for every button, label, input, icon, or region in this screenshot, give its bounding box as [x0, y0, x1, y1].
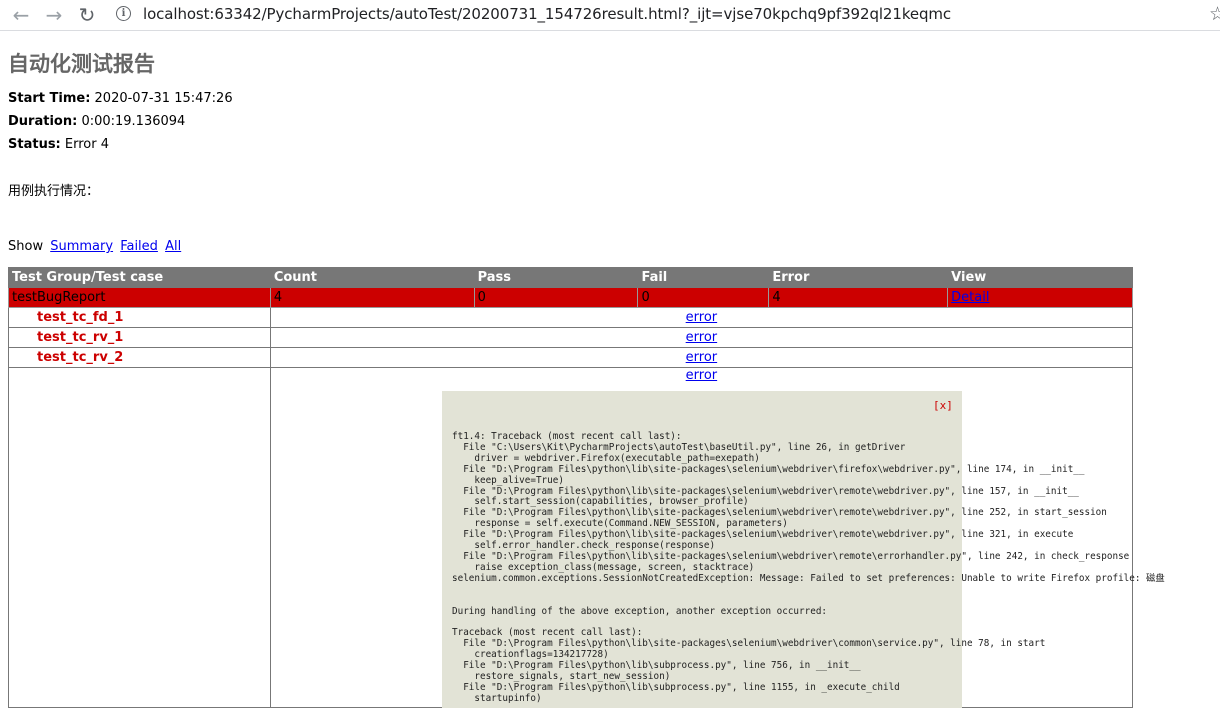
header-pass: Pass — [473, 267, 639, 288]
show-failed-link[interactable]: Failed — [120, 239, 158, 254]
group-error: 4 — [768, 287, 949, 308]
browser-toolbar: ← → ↻ i localhost:63342/PycharmProjects/… — [0, 0, 1220, 31]
table-header-row: Test Group/Test case Count Pass Fail Err… — [8, 267, 1133, 288]
table-row: test_tc_rv_2 error — [8, 347, 1134, 368]
table-row: test_tc_rv_1 error — [8, 327, 1134, 348]
case-result: error — [269, 347, 1134, 368]
case-name: test_tc_rv_1 — [8, 327, 271, 348]
detail-link[interactable]: Detail — [951, 290, 989, 305]
start-time-label: Start Time: — [8, 91, 91, 106]
close-popup-button[interactable]: [x] — [933, 399, 953, 412]
table-row: test_tc_fd_1 error — [8, 307, 1134, 328]
bookmark-star-icon[interactable]: ☆ — [1209, 3, 1220, 25]
traceback-text: ft1.4: Traceback (most recent call last)… — [452, 431, 1165, 704]
status-label: Status: — [8, 137, 61, 152]
group-view: Detail — [947, 287, 1133, 308]
error-link[interactable]: error — [686, 310, 717, 325]
header-error: Error — [768, 267, 949, 288]
duration-value: 0:00:19.136094 — [81, 114, 186, 129]
show-filter: Show Summary Failed All — [8, 239, 181, 254]
error-link[interactable]: error — [686, 368, 717, 383]
show-summary-link[interactable]: Summary — [50, 239, 113, 254]
group-pass: 0 — [473, 287, 639, 308]
case-name — [8, 367, 271, 708]
case-name: test_tc_fd_1 — [8, 307, 271, 328]
header-test-group: Test Group/Test case — [8, 267, 271, 288]
forward-icon[interactable]: → — [41, 2, 67, 28]
error-link[interactable]: error — [686, 330, 717, 345]
header-view: View — [947, 267, 1133, 288]
case-name: test_tc_rv_2 — [8, 347, 271, 368]
back-icon[interactable]: ← — [8, 2, 34, 28]
show-label: Show — [8, 239, 44, 254]
page-title: 自动化测试报告 — [8, 52, 155, 76]
group-count: 4 — [269, 287, 475, 308]
status-value: Error 4 — [64, 137, 109, 152]
group-row: testBugReport 4 0 0 4 Detail — [8, 287, 1133, 308]
site-info-icon[interactable]: i — [116, 6, 131, 21]
error-detail-popup: [x] ft1.4: Traceback (most recent call l… — [442, 391, 1165, 708]
reload-icon[interactable]: ↻ — [74, 2, 100, 28]
duration-label: Duration: — [8, 114, 78, 129]
description: 用例执行情况： — [8, 184, 100, 199]
group-name: testBugReport — [8, 287, 271, 308]
show-all-link[interactable]: All — [165, 239, 181, 254]
case-result: error — [269, 327, 1134, 348]
header-fail: Fail — [637, 267, 770, 288]
duration: Duration: 0:00:19.136094 — [8, 114, 185, 129]
start-time-value: 2020-07-31 15:47:26 — [94, 91, 233, 106]
status: Status: Error 4 — [8, 137, 109, 152]
group-fail: 0 — [637, 287, 770, 308]
start-time: Start Time: 2020-07-31 15:47:26 — [8, 91, 233, 106]
address-bar[interactable]: localhost:63342/PycharmProjects/autoTest… — [143, 5, 951, 23]
error-link[interactable]: error — [686, 350, 717, 365]
case-result: error — [269, 307, 1134, 328]
header-count: Count — [269, 267, 475, 288]
